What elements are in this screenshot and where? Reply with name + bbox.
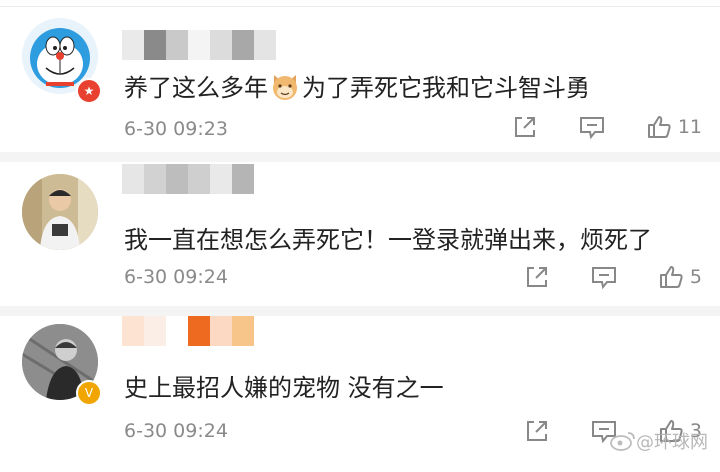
person-photo-avatar-icon (22, 174, 98, 250)
repost-button[interactable] (512, 114, 538, 140)
username-mosaic[interactable] (122, 316, 254, 346)
comment-button[interactable] (578, 114, 606, 140)
cat-face-emoji-icon (273, 75, 297, 100)
verified-badge-icon: ★ (76, 78, 102, 104)
thumbs-up-icon (659, 266, 683, 288)
share-square-icon (514, 117, 535, 137)
like-count: 11 (677, 116, 702, 138)
comment-actions: 11 (472, 114, 702, 140)
comment-button[interactable] (590, 264, 618, 290)
comment-actions: 5 (484, 264, 702, 290)
watermark: @环球网 (610, 428, 708, 454)
weibo-icon (610, 432, 635, 451)
comment-text-part1: 养了这么多年 (124, 74, 268, 102)
like-count: 5 (689, 266, 702, 288)
thumbs-up-icon (647, 116, 671, 138)
watermark-text: @环球网 (636, 432, 708, 453)
comment-time: 6-30 09:23 (124, 118, 228, 140)
comment-text: 养了这么多年 为了弄死它我和它斗智斗勇 (124, 68, 590, 103)
comment-time: 6-30 09:24 (124, 420, 228, 442)
comment-divider (0, 152, 720, 162)
repost-button[interactable] (524, 264, 550, 290)
like-button[interactable]: 5 (658, 264, 702, 290)
comment-text-part2: 为了弄死它我和它斗智斗勇 (302, 74, 590, 102)
comment-text: 我一直在想怎么弄死它！一登录就弹出来，烦死了 (124, 226, 652, 254)
comment-bubble-icon (591, 267, 616, 290)
username-mosaic[interactable] (122, 164, 254, 194)
username-mosaic[interactable] (122, 30, 276, 60)
top-divider (0, 6, 720, 7)
like-button[interactable]: 11 (646, 114, 702, 140)
comment-time: 6-30 09:24 (124, 266, 228, 288)
comment-text: 史上最招人嫌的宠物 没有之一 (124, 374, 444, 402)
share-square-icon (526, 421, 547, 441)
comment-item: ★ 养了这么多年 为了弄死它我和它斗智斗勇 6-30 09:23 11 (0, 8, 720, 158)
avatar[interactable] (22, 174, 98, 250)
comment-bubble-icon (579, 117, 604, 140)
repost-button[interactable] (524, 418, 550, 444)
comment-item: 我一直在想怎么弄死它！一登录就弹出来，烦死了 6-30 09:24 5 (0, 162, 720, 312)
comment-divider (0, 306, 720, 316)
verified-badge-icon: V (76, 380, 102, 406)
share-square-icon (526, 267, 547, 287)
